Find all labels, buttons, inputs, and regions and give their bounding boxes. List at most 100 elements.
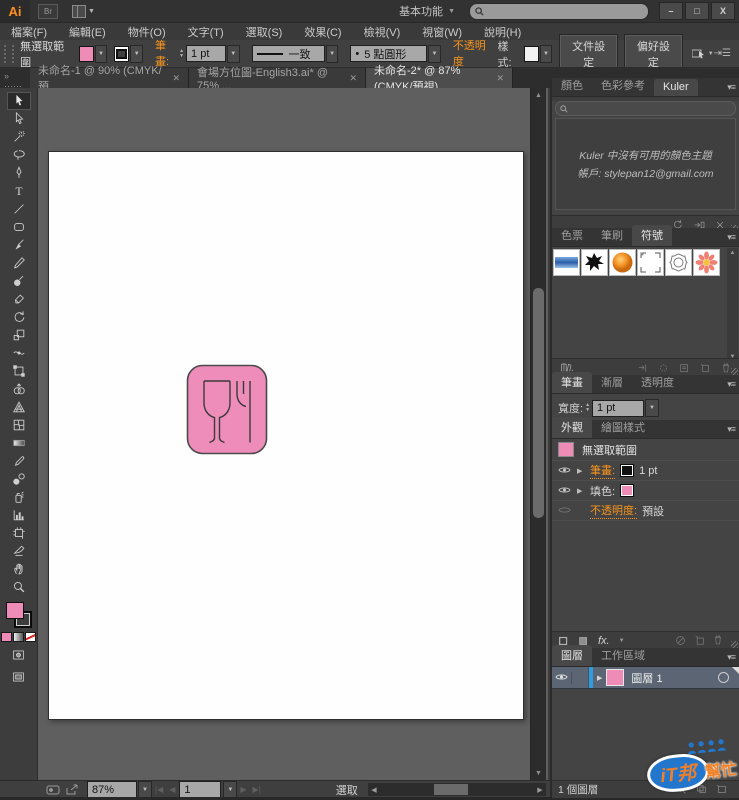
fill-stroke-indicator[interactable] [5, 602, 32, 628]
zoom-dropdown[interactable]: ▼ [138, 780, 152, 799]
stroke-swatch[interactable] [620, 464, 635, 477]
clear-appearance-icon[interactable] [675, 635, 686, 646]
layer-thumbnail[interactable] [606, 669, 625, 686]
blend-tool[interactable] [7, 470, 31, 488]
export-icon[interactable] [66, 784, 79, 795]
artboard[interactable] [48, 151, 524, 720]
delete-item-icon[interactable] [713, 635, 723, 645]
menu-effect[interactable]: 效果(C) [293, 24, 352, 40]
symbol-options-icon[interactable] [679, 363, 690, 373]
close-tab-icon[interactable]: ✕ [496, 73, 504, 84]
workspace-switcher[interactable]: 基本功能 ▼ [399, 3, 455, 19]
symbol-orange-gel[interactable] [609, 249, 636, 276]
layer-row[interactable]: ▶ 圖層 1 [552, 667, 739, 689]
eyedropper-tool[interactable] [7, 452, 31, 470]
close-button[interactable]: X [711, 2, 735, 20]
selection-tool[interactable] [6, 92, 31, 110]
magic-wand-tool[interactable] [7, 128, 31, 146]
search-input[interactable] [488, 4, 643, 18]
free-transform-tool[interactable] [7, 362, 31, 380]
slice-tool[interactable] [7, 542, 31, 560]
expand-triangle-icon[interactable]: ▶ [577, 467, 585, 475]
menu-view[interactable]: 檢視(V) [353, 24, 412, 40]
resize-grip[interactable] [731, 641, 738, 648]
width-profile-select[interactable]: 一致 [251, 45, 325, 62]
shape-builder-tool[interactable] [7, 380, 31, 398]
tab-artboards[interactable]: 工作區域 [592, 645, 654, 666]
panel-menu-icon[interactable]: ▾≡ [727, 82, 736, 93]
artboard-dropdown[interactable]: ▼ [223, 780, 238, 799]
gradient-tool[interactable] [7, 434, 31, 452]
arrange-documents-icon[interactable]: ▼ [72, 4, 95, 18]
tab-appearance[interactable]: 外觀 [552, 417, 592, 438]
scrollbar-thumb[interactable] [434, 784, 468, 795]
column-graph-tool[interactable] [7, 506, 31, 524]
gradient-button[interactable] [13, 632, 24, 642]
appearance-stroke-row[interactable]: ▶ 筆畫: 1 pt [552, 461, 739, 481]
food-safe-icon[interactable] [186, 364, 268, 455]
width-stepper[interactable]: ▲ ▼ [585, 403, 590, 413]
symbols-scrollbar[interactable]: ▲ ▼ [727, 248, 738, 362]
symbol-swirl-flower[interactable] [665, 249, 692, 276]
scroll-up-icon[interactable]: ▲ [730, 250, 736, 256]
symbol-daisy[interactable] [693, 249, 720, 276]
profile-dropdown[interactable]: ▼ [325, 44, 339, 63]
selection-tools-icon[interactable]: ▼ [691, 48, 714, 59]
tab-brushes[interactable]: 筆刷 [592, 225, 632, 246]
visibility-eye-icon-dim[interactable] [556, 505, 572, 517]
screen-mode-icon[interactable] [7, 668, 31, 686]
panel-menu-icon[interactable]: ▾≡ [727, 379, 736, 390]
panel-grip[interactable] [4, 44, 15, 63]
layer-target-circle[interactable] [718, 672, 729, 683]
hand-tool[interactable] [7, 560, 31, 578]
scroll-down-icon[interactable]: ▼ [531, 766, 546, 780]
bridge-icon[interactable]: Br [38, 3, 58, 19]
vertical-scrollbar[interactable]: ▲ ▼ [530, 88, 546, 780]
symbol-ink-splat[interactable] [581, 249, 608, 276]
brush-definition-select[interactable]: • 5 點圓形 [350, 45, 428, 62]
rectangle-tool[interactable] [7, 218, 31, 236]
zoom-level-field[interactable]: 87% [87, 781, 137, 798]
symbol-corner-frame[interactable] [637, 249, 664, 276]
panel-menu-icon[interactable]: ▾≡ [727, 424, 736, 435]
zoom-tool[interactable] [7, 578, 31, 596]
tab-gradient[interactable]: 漸層 [592, 372, 632, 393]
break-link-icon[interactable] [658, 363, 669, 373]
fill-color-dropdown[interactable]: ▼ [94, 44, 108, 63]
duplicate-item-icon[interactable] [694, 635, 705, 645]
stroke-width-stepper[interactable]: ▲ ▼ [179, 48, 184, 59]
width-tool[interactable] [7, 344, 31, 362]
scale-tool[interactable] [7, 326, 31, 344]
scrollbar-thumb[interactable] [533, 288, 544, 518]
tab-overflow-icon[interactable]: » ‥‥‥ [0, 72, 30, 89]
close-tab-icon[interactable]: ✕ [172, 73, 180, 84]
layer-lock-cell[interactable] [572, 667, 589, 688]
type-tool[interactable]: T [7, 182, 31, 200]
maximize-button[interactable]: □ [685, 2, 709, 20]
line-segment-tool[interactable] [7, 200, 31, 218]
color-button[interactable] [1, 632, 12, 642]
layer-name[interactable]: 圖層 1 [631, 670, 662, 686]
document-canvas[interactable]: ▲ ▼ [38, 88, 548, 780]
doc-tab-2[interactable]: 會場方位圖-English3.ai* @ 75% ... ✕ [189, 67, 366, 92]
horizontal-scrollbar[interactable]: ◀ ▶ [368, 783, 546, 796]
delete-symbol-icon[interactable] [721, 363, 731, 373]
stroke-width-dropdown[interactable]: ▼ [226, 44, 240, 63]
pencil-tool[interactable] [7, 254, 31, 272]
panel-menu-icon[interactable]: ▾≡ [727, 232, 736, 243]
visibility-eye-icon[interactable] [556, 465, 572, 477]
doc-tab-3-active[interactable]: 未命名-2* @ 87% (CMYK/預視) ✕ [366, 65, 513, 93]
tab-graphic-styles[interactable]: 繪圖樣式 [592, 417, 654, 438]
resize-grip[interactable] [731, 368, 738, 375]
kuler-search-input[interactable] [571, 102, 731, 115]
menu-type[interactable]: 文字(T) [177, 24, 235, 40]
scroll-left-icon[interactable]: ◀ [368, 783, 380, 796]
paintbrush-tool[interactable] [7, 236, 31, 254]
direct-selection-tool[interactable] [7, 110, 31, 128]
style-dropdown[interactable]: ▼ [539, 44, 553, 63]
visibility-eye-icon[interactable] [556, 485, 572, 497]
lasso-tool[interactable] [7, 146, 31, 164]
panel-menu-icon[interactable]: ▾≡ [727, 652, 736, 663]
layer-visibility-eye-icon[interactable] [552, 671, 572, 684]
prev-artboard-icon[interactable]: ◀ [169, 785, 175, 794]
